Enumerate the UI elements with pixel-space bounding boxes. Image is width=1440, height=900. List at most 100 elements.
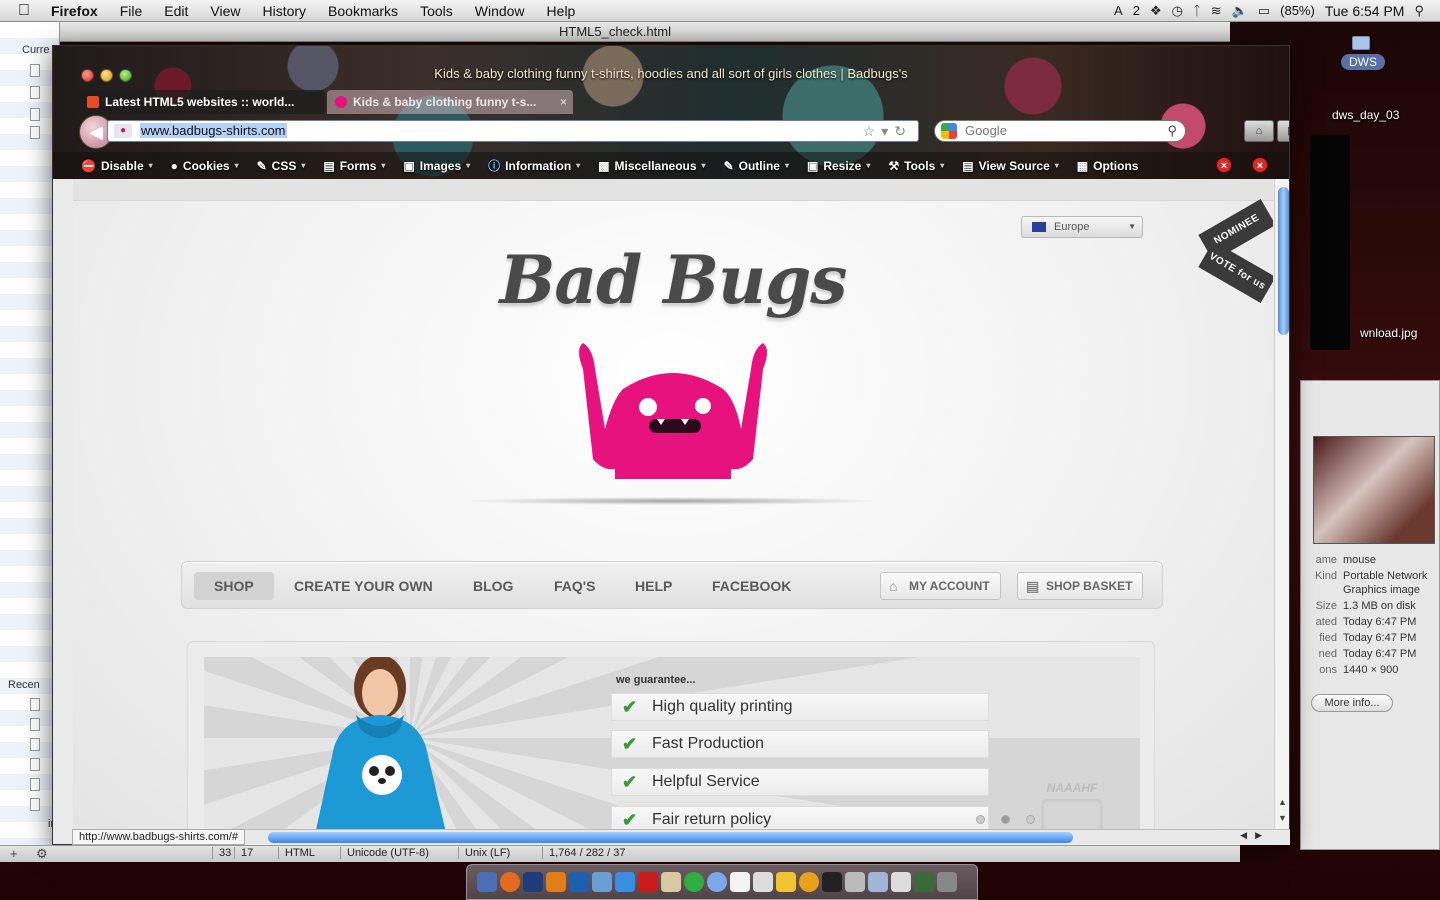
desktop-file-label[interactable]: wnload.jpg	[1360, 326, 1417, 340]
devbar-tools[interactable]: ⚒ Tools ▾	[888, 159, 944, 173]
region-selector[interactable]: Europe ▼	[1021, 216, 1143, 238]
horizontal-scrollbar[interactable]	[268, 832, 1073, 843]
menu-window[interactable]: Window	[464, 3, 536, 19]
nav-facebook[interactable]: FACEBOOK	[692, 572, 811, 600]
spotlight-icon[interactable]: ⚲	[1414, 3, 1424, 19]
menu-file[interactable]: File	[109, 3, 154, 19]
scrollbar-thumb[interactable]	[1278, 187, 1289, 335]
menu-history[interactable]: History	[251, 3, 317, 19]
app-icon[interactable]	[776, 872, 796, 892]
nav-create-your-own[interactable]: CREATE YOUR OWN	[274, 572, 453, 600]
devbar-error-icon[interactable]: ×	[1216, 157, 1232, 173]
my-account-button[interactable]: ⌂ MY ACCOUNT	[880, 572, 1001, 600]
app-icon[interactable]	[753, 872, 773, 892]
language-menu[interactable]: HTML	[278, 847, 315, 859]
bluetooth-icon[interactable]: ᛏ	[1193, 3, 1201, 18]
app-icon[interactable]	[592, 872, 612, 892]
nominee-ribbon[interactable]: NOMINEE VOTE for us	[1198, 199, 1273, 303]
app-icon[interactable]	[891, 872, 911, 892]
menu-help[interactable]: Help	[536, 3, 587, 19]
desktop-file-label[interactable]: dws_day_03	[1332, 108, 1399, 122]
time-machine-icon[interactable]: ◷	[1172, 3, 1183, 19]
devbar-outline[interactable]: ✎ Outline ▾	[724, 159, 789, 173]
devbar-css[interactable]: ✎ CSS ▾	[257, 159, 306, 173]
volume-icon[interactable]: 🔈	[1232, 3, 1248, 19]
tab-badbugs[interactable]: Kids & baby clothing funny t-s... ×	[327, 90, 573, 114]
app-icon[interactable]	[845, 872, 865, 892]
battery-icon[interactable]: ▭	[1258, 3, 1270, 19]
slider-dot[interactable]	[1001, 815, 1010, 824]
google-icon[interactable]	[941, 123, 957, 139]
addon-button[interactable]: ▦▾	[1277, 120, 1289, 142]
search-bar[interactable]: Google ⚲	[934, 120, 1186, 142]
devbar-close-icon[interactable]: ×	[1252, 157, 1268, 173]
app-icon[interactable]	[661, 872, 681, 892]
devbar-images[interactable]: ▣ Images ▾	[403, 159, 470, 173]
file-icon[interactable]	[30, 758, 40, 771]
apple-icon[interactable]: 	[18, 2, 40, 20]
reload-icon[interactable]: ↻	[894, 123, 912, 139]
file-icon[interactable]	[30, 108, 40, 121]
devbar-options[interactable]: ▦ Options	[1077, 159, 1139, 173]
desktop-folder-dws[interactable]: DWS	[1341, 54, 1385, 70]
menu-edit[interactable]: Edit	[153, 3, 199, 19]
menu-tools[interactable]: Tools	[409, 3, 464, 19]
menu-view[interactable]: View	[199, 3, 251, 19]
terminal-icon[interactable]	[822, 872, 842, 892]
calendar-icon[interactable]	[730, 872, 750, 892]
line-endings-menu[interactable]: Unix (LF)	[458, 847, 510, 859]
history-dropdown-icon[interactable]: ▾	[881, 123, 894, 139]
devbar-view-source[interactable]: ▤ View Source ▾	[962, 159, 1059, 173]
dropbox-icon[interactable]	[615, 872, 635, 892]
devbar-miscellaneous[interactable]: ▩ Miscellaneous ▾	[598, 159, 705, 173]
gear-icon[interactable]: ⚙	[36, 846, 48, 862]
scroll-down-icon[interactable]: ▼	[1278, 813, 1287, 823]
file-icon[interactable]	[30, 718, 40, 731]
scroll-up-icon[interactable]: ▲	[1278, 797, 1287, 807]
illustrator-icon[interactable]	[546, 872, 566, 892]
shop-basket-button[interactable]: ▤ SHOP BASKET	[1017, 572, 1144, 600]
file-icon[interactable]	[30, 778, 40, 791]
slider-dot[interactable]	[976, 815, 985, 824]
devbar-information[interactable]: ⓘ Information ▾	[488, 157, 580, 174]
file-icon[interactable]	[30, 698, 40, 711]
folder-icon[interactable]	[1352, 36, 1370, 50]
vertical-scrollbar[interactable]: ▲ ▼	[1274, 179, 1289, 831]
tab-close-icon[interactable]: ×	[560, 90, 567, 114]
menu-bookmarks[interactable]: Bookmarks	[317, 3, 409, 19]
hero-slide[interactable]: we guarantee... ✔ High quality printing ✔…	[204, 657, 1140, 831]
trash-icon[interactable]	[937, 872, 957, 892]
tab-html5-websites[interactable]: Latest HTML5 websites :: world...	[79, 90, 325, 114]
spotify-icon[interactable]	[684, 872, 704, 892]
photoshop-icon[interactable]	[523, 872, 543, 892]
app-icon[interactable]	[914, 872, 934, 892]
home-button[interactable]: ⌂	[1244, 120, 1274, 142]
file-icon[interactable]	[30, 126, 40, 139]
app-icon[interactable]	[799, 872, 819, 892]
itunes-icon[interactable]	[707, 872, 727, 892]
devbar-forms[interactable]: ▤ Forms ▾	[323, 159, 385, 173]
devbar-disable[interactable]: ⛔ Disable ▾	[81, 159, 153, 173]
file-icon[interactable]	[30, 64, 40, 77]
dropbox-icon[interactable]: ❖	[1150, 3, 1162, 19]
scroll-arrows[interactable]: ◀▶	[1240, 830, 1270, 841]
site-identity-icon[interactable]: ●	[114, 124, 132, 138]
word-icon[interactable]	[569, 872, 589, 892]
bookmark-star-icon[interactable]: ☆	[863, 123, 882, 139]
folder-icon[interactable]	[868, 872, 888, 892]
more-info-button[interactable]: More info...	[1311, 694, 1393, 712]
add-icon[interactable]: +	[10, 846, 18, 861]
encoding-menu[interactable]: Unicode (UTF-8)	[340, 847, 429, 859]
file-icon[interactable]	[30, 86, 40, 99]
site-logo[interactable]: Bad Bugs	[473, 241, 873, 351]
file-icon[interactable]	[30, 738, 40, 751]
firefox-icon[interactable]	[500, 872, 520, 892]
devbar-resize[interactable]: ▣ Resize ▾	[807, 159, 870, 173]
app-icon[interactable]	[638, 872, 658, 892]
url-bar[interactable]: ● www.badbugs-shirts.com ☆▾↻	[107, 120, 919, 142]
input-menu-icon[interactable]: A‌	[1114, 3, 1123, 18]
wifi-icon[interactable]: ≋	[1211, 3, 1222, 19]
devbar-cookies[interactable]: ● Cookies ▾	[171, 159, 239, 173]
menu-app[interactable]: Firefox	[40, 3, 109, 19]
file-icon[interactable]	[30, 798, 40, 811]
